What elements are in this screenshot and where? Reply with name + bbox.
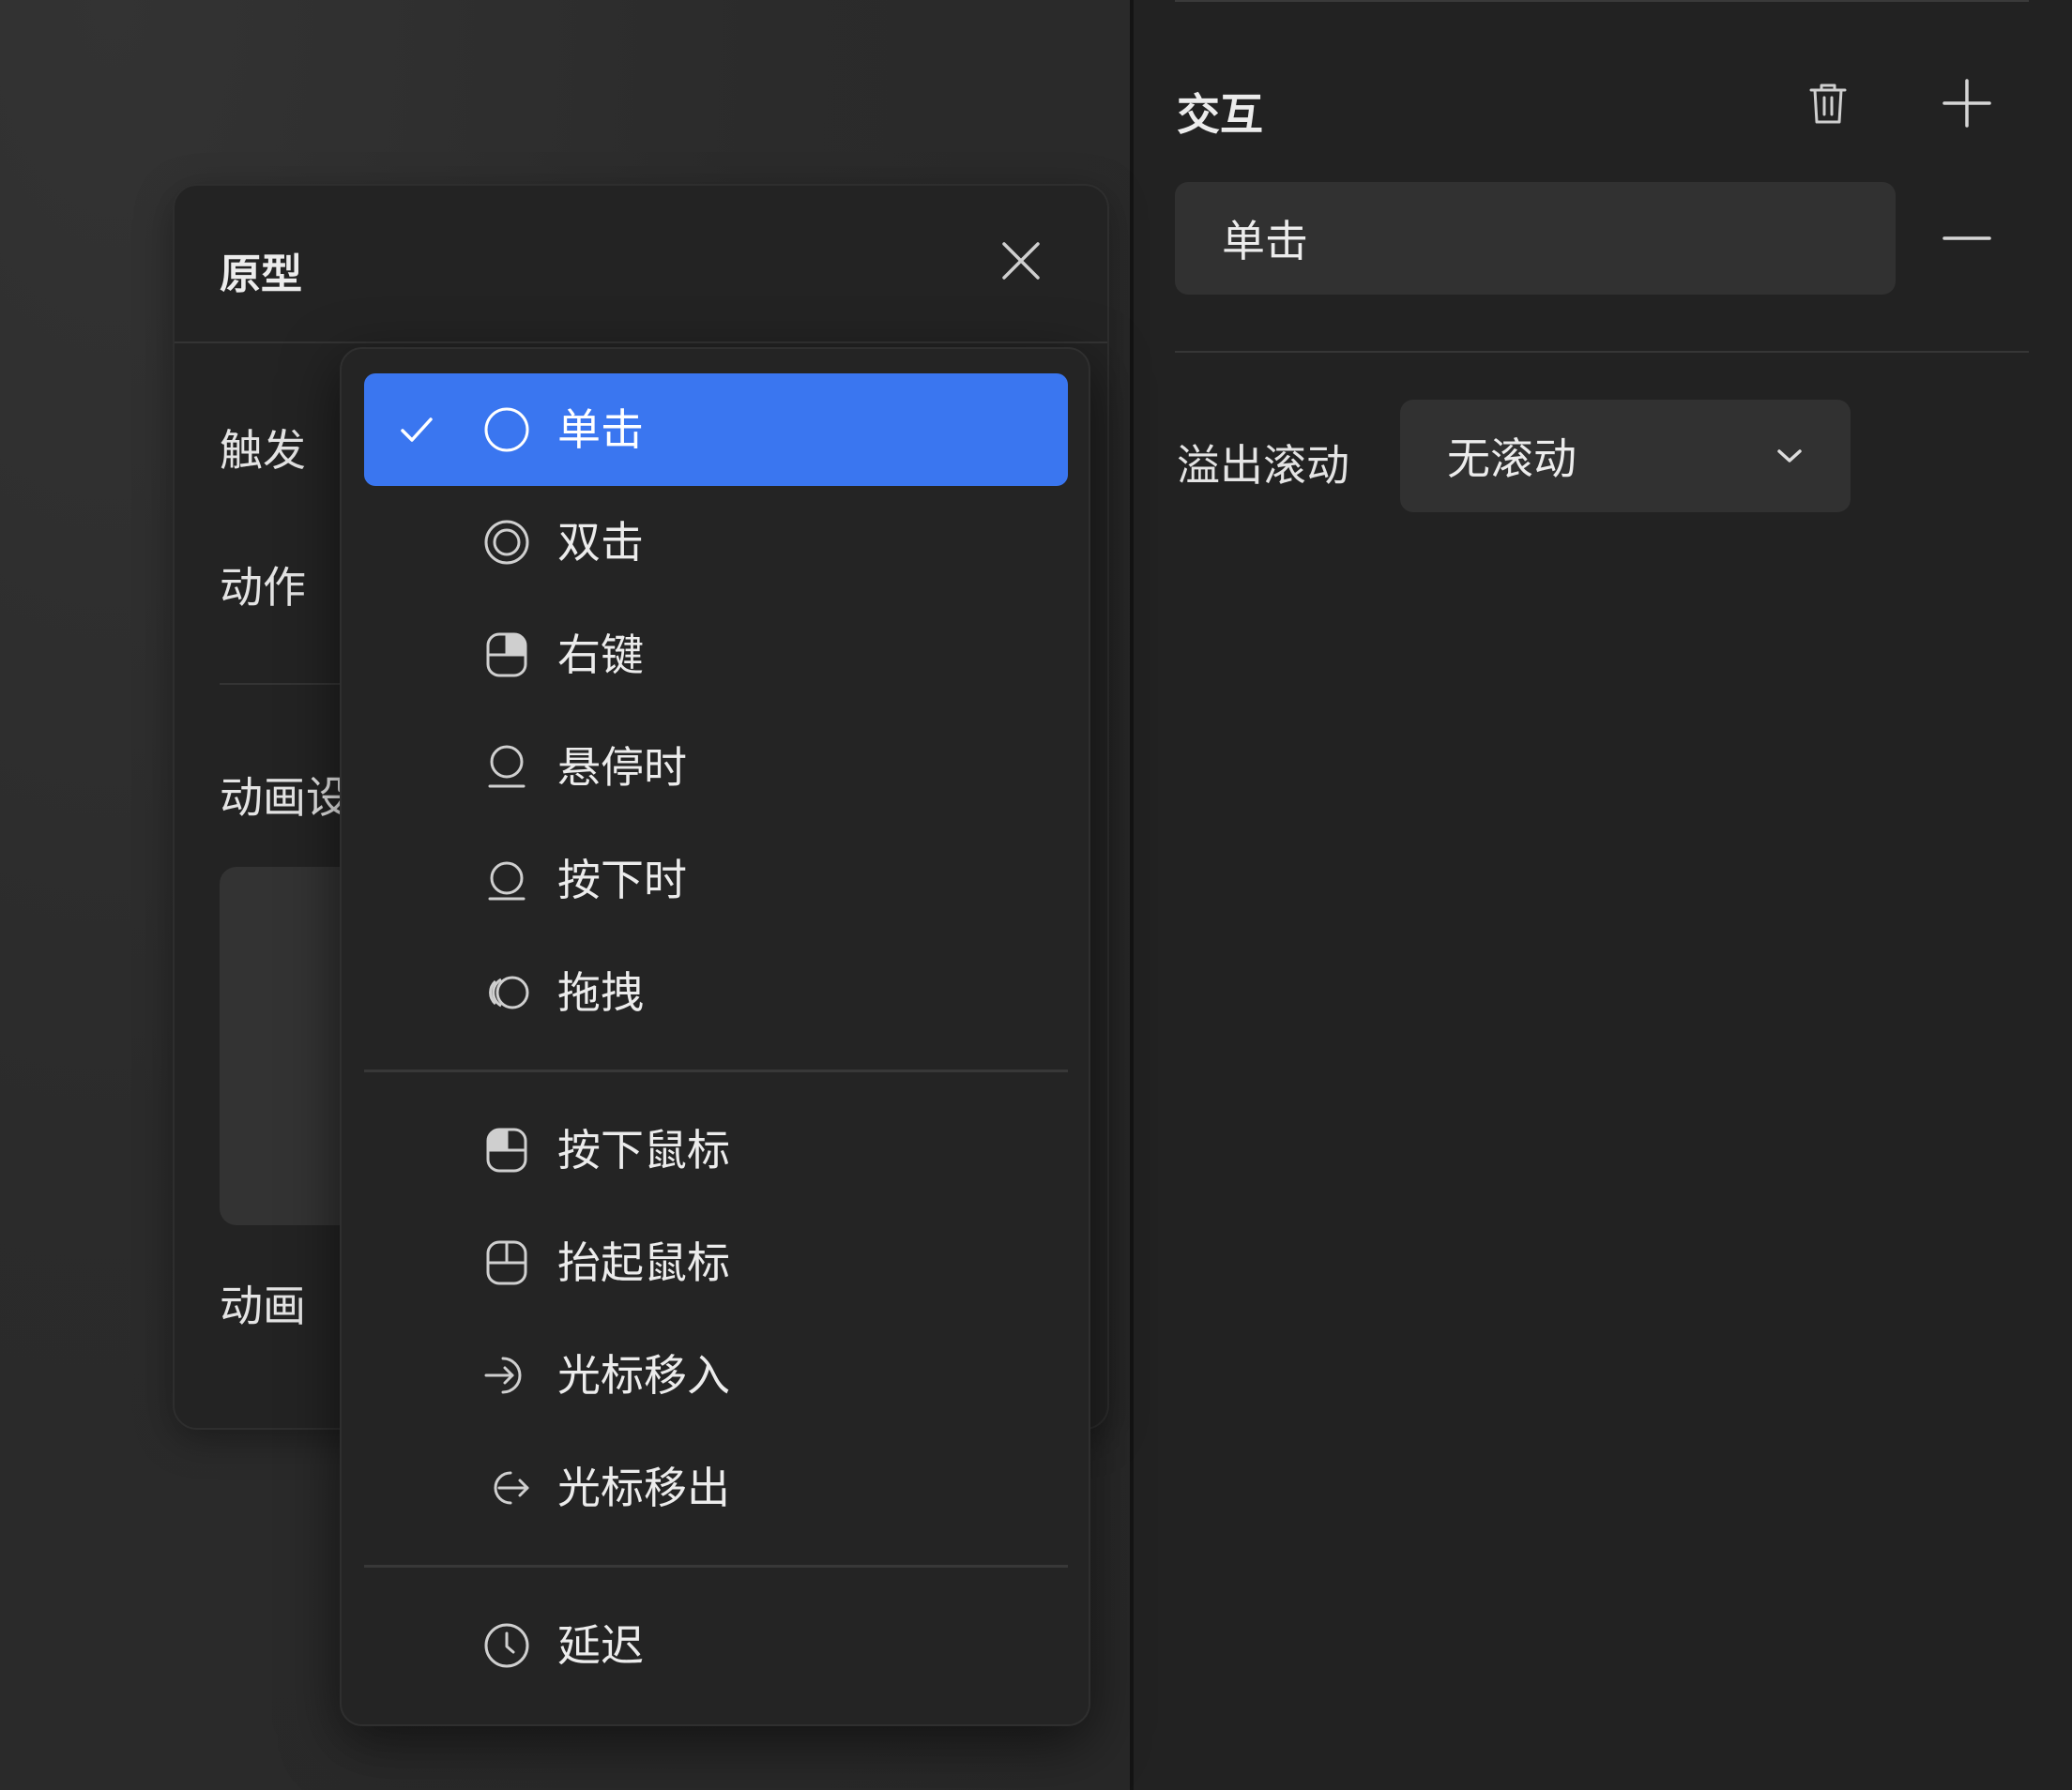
prototype-header-divider: [175, 341, 1107, 343]
menu-divider: [364, 1565, 1068, 1568]
trigger-dropdown-menu: 单击 双击 右键 悬停时 按下时 拖拽 按下鼠标 抬起鼠标 光标移入 光标移出 …: [340, 347, 1090, 1726]
animation-settings-label: 动画设: [220, 772, 349, 823]
prototype-title: 原型: [220, 250, 302, 298]
menu-item-cursor-exit[interactable]: 光标移出: [364, 1432, 1068, 1544]
cursor-exit-icon: [482, 1464, 531, 1512]
animation-label: 动画: [220, 1281, 306, 1331]
menu-item-label: 光标移入: [557, 1350, 730, 1401]
close-button[interactable]: [1000, 240, 1042, 281]
delete-interaction-button[interactable]: [1804, 75, 1852, 131]
menu-item-double-click[interactable]: 双击: [364, 486, 1068, 599]
interaction-title: 交互: [1177, 89, 1263, 140]
menu-item-press[interactable]: 按下时: [364, 824, 1068, 936]
press-icon: [482, 856, 531, 904]
mouse-up-icon: [482, 1238, 531, 1287]
drag-icon: [482, 968, 531, 1017]
menu-item-label: 按下鼠标: [557, 1125, 730, 1176]
close-icon: [1000, 240, 1042, 281]
menu-item-hover[interactable]: 悬停时: [364, 711, 1068, 824]
mouse-down-icon: [482, 1126, 531, 1175]
double-circle-icon: [482, 518, 531, 567]
menu-item-drag[interactable]: 拖拽: [364, 936, 1068, 1049]
panel-section-divider: [1175, 351, 2029, 353]
remove-trigger-button[interactable]: [1941, 212, 1993, 265]
menu-item-right-click[interactable]: 右键: [364, 599, 1068, 711]
menu-item-label: 悬停时: [557, 742, 687, 793]
menu-item-cursor-enter[interactable]: 光标移入: [364, 1319, 1068, 1432]
panel-top-divider: [1175, 0, 2029, 2]
check-icon: [398, 411, 435, 448]
plus-icon: [1942, 79, 1991, 128]
menu-item-label: 抬起鼠标: [557, 1237, 730, 1288]
menu-item-label: 右键: [557, 630, 644, 680]
circle-icon: [482, 405, 531, 454]
trash-icon: [1807, 81, 1849, 126]
overflow-scroll-label: 溢出滚动: [1177, 440, 1349, 491]
hover-icon: [482, 743, 531, 792]
trigger-chip[interactable]: 单击: [1175, 182, 1896, 295]
clock-icon: [482, 1621, 531, 1670]
action-label: 动作: [220, 562, 306, 613]
trigger-chip-label: 单击: [1222, 216, 1308, 266]
menu-item-label: 拖拽: [557, 967, 644, 1018]
menu-item-label: 按下时: [557, 855, 687, 905]
mouse-right-icon: [482, 630, 531, 679]
menu-item-click[interactable]: 单击: [364, 373, 1068, 486]
menu-item-label: 光标移出: [557, 1463, 730, 1513]
overflow-scroll-select[interactable]: 无滚动: [1400, 400, 1851, 512]
menu-item-label: 双击: [557, 517, 644, 568]
menu-item-label: 单击: [557, 404, 644, 455]
overflow-scroll-value: 无滚动: [1447, 433, 1577, 484]
chevron-down-icon: [1775, 447, 1804, 465]
minus-icon: [1942, 235, 1991, 242]
cursor-enter-icon: [482, 1351, 531, 1400]
menu-divider: [364, 1069, 1068, 1072]
menu-item-mouse-down[interactable]: 按下鼠标: [364, 1094, 1068, 1206]
interaction-panel: 交互 单击 溢出滚动 无滚动: [1134, 0, 2072, 1790]
trigger-label: 触发: [220, 425, 306, 476]
menu-item-label: 延迟: [557, 1620, 644, 1671]
add-interaction-button[interactable]: [1941, 75, 1993, 131]
menu-item-mouse-up[interactable]: 抬起鼠标: [364, 1206, 1068, 1319]
menu-item-delay[interactable]: 延迟: [364, 1589, 1068, 1702]
